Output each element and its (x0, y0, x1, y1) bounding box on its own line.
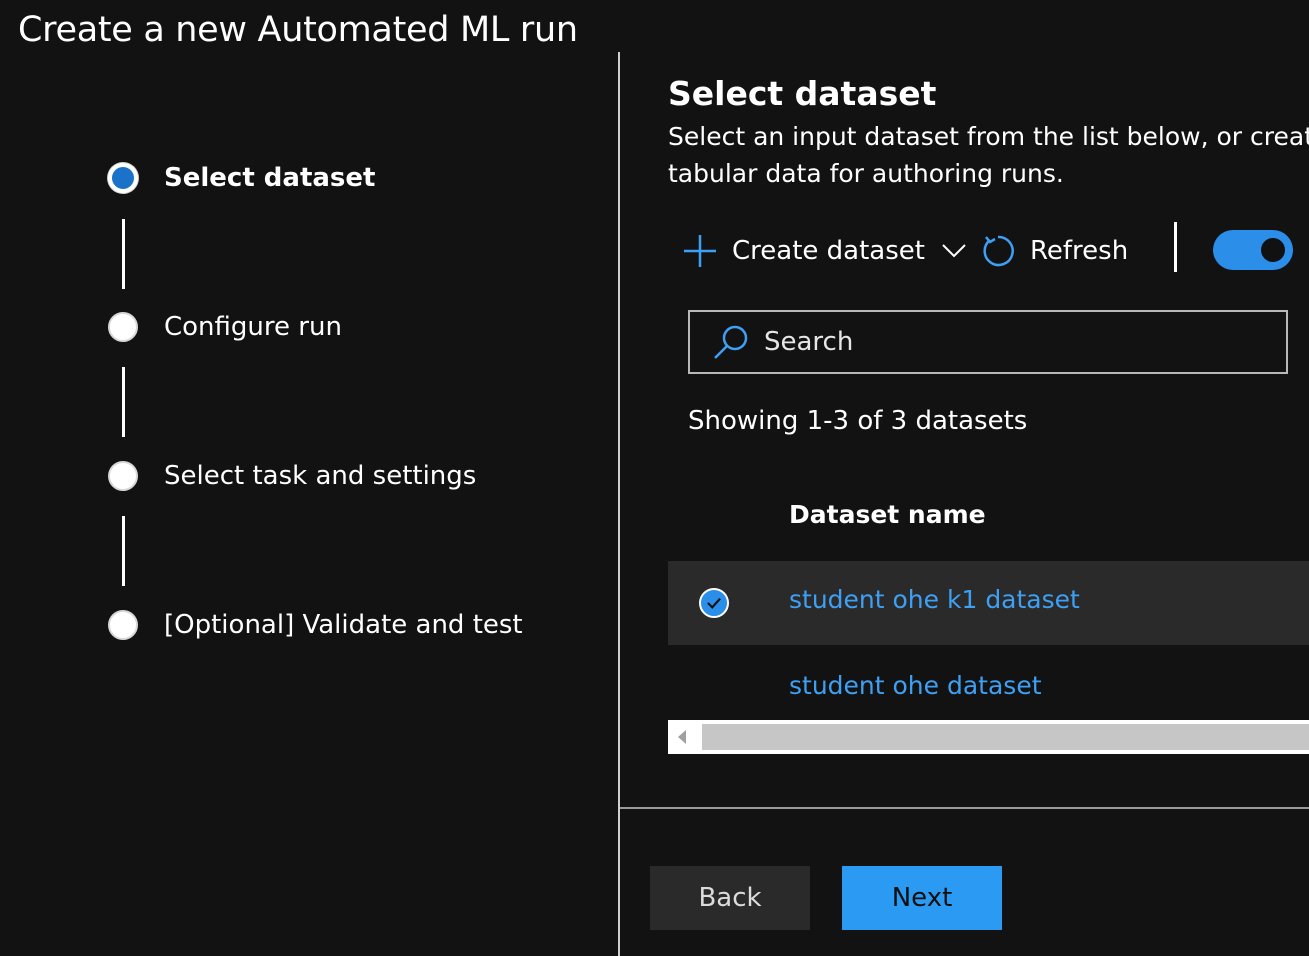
step-validate-test[interactable]: [Optional] Validate and test (108, 608, 523, 642)
step-label: [Optional] Validate and test (164, 610, 523, 640)
table-row[interactable]: student ohe k1 dataset (668, 561, 1309, 645)
panel-title: Select dataset (668, 74, 937, 113)
automl-wizard-page: Create a new Automated ML run Select dat… (0, 0, 1309, 956)
toggle-knob (1261, 238, 1285, 262)
checkmark-icon[interactable] (699, 588, 729, 618)
search-input[interactable] (762, 326, 1246, 358)
column-header-dataset-name[interactable]: Dataset name (789, 500, 986, 529)
page-title: Create a new Automated ML run (18, 10, 578, 50)
create-dataset-button[interactable]: Create dataset (682, 226, 967, 276)
refresh-label: Refresh (1030, 236, 1129, 266)
chevron-down-icon[interactable] (941, 243, 967, 259)
step-pending-indicator (108, 610, 138, 640)
results-count: Showing 1-3 of 3 datasets (688, 406, 1028, 436)
search-box[interactable] (688, 310, 1288, 374)
view-toggle[interactable] (1213, 230, 1293, 270)
scrollbar-thumb[interactable] (702, 724, 1309, 750)
description-line: Select an input dataset from the list be… (668, 122, 1309, 151)
panel-description: Select an input dataset from the list be… (668, 118, 1309, 192)
step-connector (122, 516, 125, 586)
horizontal-scrollbar[interactable] (668, 720, 1309, 754)
dataset-name-link[interactable]: student ohe k1 dataset (789, 585, 1080, 614)
scroll-left-arrow-icon[interactable] (678, 730, 686, 744)
step-configure-run[interactable]: Configure run (108, 310, 342, 344)
step-label: Configure run (164, 312, 342, 342)
step-connector (122, 367, 125, 437)
refresh-button[interactable]: Refresh (981, 226, 1128, 276)
description-line: tabular data for authoring runs. (668, 159, 1064, 188)
step-select-dataset[interactable]: Select dataset (108, 161, 375, 195)
toolbar-separator (1174, 222, 1177, 272)
step-label: Select task and settings (164, 461, 477, 491)
plus-icon (684, 235, 716, 267)
step-pending-indicator (108, 461, 138, 491)
back-button[interactable]: Back (650, 866, 810, 930)
footer-divider (620, 807, 1309, 809)
step-connector (122, 219, 125, 289)
step-label: Select dataset (164, 163, 376, 193)
refresh-icon (983, 235, 1014, 267)
dataset-name-link[interactable]: student ohe dataset (789, 671, 1042, 700)
panel-divider (618, 52, 620, 956)
next-button[interactable]: Next (842, 866, 1002, 930)
step-select-task-settings[interactable]: Select task and settings (108, 459, 476, 493)
table-row[interactable]: student ohe dataset (668, 647, 1309, 731)
search-icon (714, 325, 748, 359)
step-pending-indicator (108, 312, 138, 342)
step-active-indicator (108, 163, 138, 193)
create-dataset-label: Create dataset (732, 236, 925, 266)
